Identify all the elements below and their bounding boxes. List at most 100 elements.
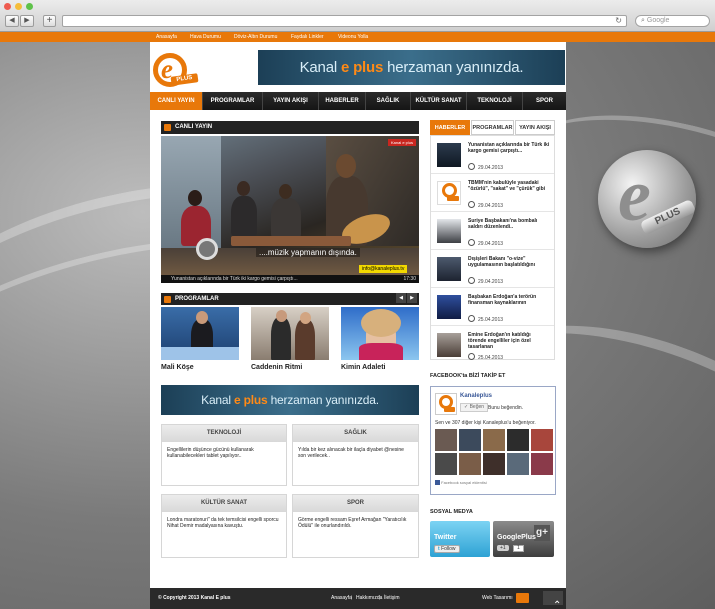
category-box-sports[interactable]: SPOR Görme engelli ressam Eşref Armağan … [292,494,419,558]
thumbs-up-icon: ✓ [464,404,469,410]
nav-health[interactable]: SAĞLIK [366,92,411,110]
reload-icon[interactable]: ↻ [615,16,622,26]
news-thumbnail [437,295,461,319]
chevron-right-icon: ▶ [410,295,414,301]
nav-news[interactable]: HABERLER [319,92,366,110]
nav-programs[interactable]: PROGRAMLAR [203,92,263,110]
facebook-fan-faces [435,429,553,475]
twitter-bird-icon: t [438,546,440,552]
twitter-label: Twitter [434,534,457,541]
news-title: Emine Erdoğan'ın katıldığı törende engel… [468,332,531,350]
close-window-icon[interactable] [4,3,11,10]
nav-schedule[interactable]: YAYIN AKIŞI [263,92,319,110]
video-time: 17:30 [403,276,416,282]
news-title: Başbakan Erdoğan'a terörün finansman kay… [468,294,537,306]
facebook-page-avatar[interactable] [435,393,457,415]
news-title: Dışişleri Bakanı "o-vize" uygulamasının … [468,256,535,268]
toplink-currency[interactable]: Döviz-Altın Durumu [234,33,277,41]
maximize-window-icon[interactable] [26,3,33,10]
news-date: 29.04.2013 [468,239,503,247]
social-heading: SOSYAL MEDYA [430,509,473,515]
facebook-plugin-note: Facebook sosyal eklentisi [435,480,487,485]
news-ticker: Yunanistan açıklarında bir Türk iki karg… [161,275,419,283]
toplink-send-video[interactable]: Videonu Yolla [338,33,368,41]
category-box-health[interactable]: SAĞLIK Yılda bir kez alınacak bir ilaçla… [292,424,419,486]
search-input[interactable]: ⌕ Google [635,15,710,27]
footer: © Copyright 2013 Kanal E plus Anasayfa |… [150,588,566,609]
forward-arrow-icon: ▶ [24,17,30,24]
tab-news[interactable]: HABERLER [430,120,470,135]
twitter-card[interactable]: Twitter t Follow [430,521,490,557]
designer-logo[interactable] [516,593,529,603]
plus-icon: + [46,15,53,26]
nav-culture[interactable]: KÜLTÜR SANAT [411,92,467,110]
nav-sports[interactable]: SPOR [523,92,566,110]
channel-overlay: Kanal e plus [387,139,416,146]
toplink-useful-links[interactable]: Faydalı Linkler [291,33,324,41]
toplink-home[interactable]: Anasayfa [156,33,177,41]
facebook-like-button[interactable]: ✓ Beğen [460,403,489,412]
category-text: Engellilerin düşünce gücünü kullanarak k… [167,447,254,459]
main-nav: CANLI YAYIN PROGRAMLAR YAYIN AKIŞI HABER… [150,92,566,110]
footer-link-contact[interactable]: İletişim [384,595,400,601]
list-item[interactable]: Suriye Başbakanı'na bombalı saldırı düze… [431,212,554,250]
search-placeholder: Google [646,17,670,24]
category-text: Yılda bir kez alınacak bir ilaçla diyabe… [298,447,404,459]
twitter-follow-button[interactable]: t Follow [434,545,460,553]
programs-prev-button[interactable]: ◀ [396,293,406,303]
list-item[interactable]: Dışişleri Bakanı "o-vize" uygulamasının … [431,250,554,288]
address-bar[interactable]: ↻ [62,15,627,27]
mid-banner[interactable]: Kanal e plus herzaman yanınızda. [161,385,419,415]
footer-credit: Web Tasarımı [482,595,513,601]
footer-link-home[interactable]: Anasayfa [331,595,352,601]
live-video-player[interactable]: Kanal e plus ....müzik yapmanın dışında.… [161,136,419,283]
programs-next-button[interactable]: ▶ [407,293,417,303]
program-title[interactable]: Mali Köşe [161,364,194,371]
list-item[interactable]: TBMM'nin kabulüyle yasadaki "özürlü", "s… [431,174,554,212]
program-title[interactable]: Caddenin Ritmi [251,364,302,371]
list-item[interactable]: Emine Erdoğan'ın katıldığı törende engel… [431,326,554,364]
nav-live[interactable]: CANLI YAYIN [150,92,203,110]
program-thumb-mali-kose[interactable] [161,307,239,360]
tab-schedule[interactable]: YAYIN AKIŞI [515,120,555,135]
category-box-technology[interactable]: TEKNOLOJİ Engellilerin düşünce gücünü ku… [161,424,287,486]
category-box-culture[interactable]: KÜLTÜR SANAT Londra maratonuri" da tek t… [161,494,287,558]
chevron-up-icon: ⌃ [553,600,562,609]
news-thumbnail [437,143,461,167]
news-list: Yunanistan açıklarında bir Türk iki karg… [430,135,555,361]
list-item[interactable]: Yunanistan açıklarında bir Türk iki karg… [431,136,554,174]
tab-programs[interactable]: PROGRAMLAR [471,120,514,135]
program-thumb-kimin-adaleti[interactable] [341,307,419,360]
site-logo[interactable]: e PLUS [152,51,199,89]
new-tab-button[interactable]: + [43,15,56,27]
back-button[interactable]: ◀ [5,15,19,27]
news-title: Suriye Başbakanı'na bombalı saldırı düze… [468,218,538,230]
program-thumb-caddenin-ritmi[interactable] [251,307,329,360]
googleplus-card[interactable]: g+ GooglePlus +1 1 [493,521,554,557]
googleplus-share-button[interactable]: +1 [497,545,509,551]
minimize-window-icon[interactable] [15,3,22,10]
news-thumbnail [437,181,461,205]
news-date: 29.04.2013 [468,277,503,285]
facebook-like-count: Sen ve 307 diğer kişi Kanaleplus'u beğen… [435,420,536,426]
category-title: SAĞLIK [293,425,418,442]
chevron-left-icon: ◀ [399,295,403,301]
top-link-bar: Anasayfa Hava Durumu Döviz-Altın Durumu … [0,32,715,42]
toplink-weather[interactable]: Hava Durumu [190,33,221,41]
googleplus-label: GooglePlus [497,534,536,541]
news-title: Yunanistan açıklarında bir Türk iki karg… [468,142,550,154]
forward-button[interactable]: ▶ [20,15,34,27]
category-title: KÜLTÜR SANAT [162,495,286,512]
list-item[interactable]: Başbakan Erdoğan'a terörün finansman kay… [431,288,554,326]
facebook-page-name[interactable]: Kanaleplus [460,393,492,399]
header-banner[interactable]: Kanal e plus herzaman yanınızda. [258,50,565,85]
scroll-top-button[interactable]: ⌃ [543,591,563,609]
news-thumbnail [437,333,461,357]
background-e-plus-emblem: e PLUS [598,150,697,248]
footer-copyright: © Copyright 2013 Kanal E plus [158,595,231,601]
search-icon: ⌕ [641,17,645,24]
facebook-icon [435,480,440,485]
nav-technology[interactable]: TEKNOLOJİ [467,92,523,110]
googleplus-count: 1 [513,545,524,552]
program-title[interactable]: Kimin Adaleti [341,364,385,371]
